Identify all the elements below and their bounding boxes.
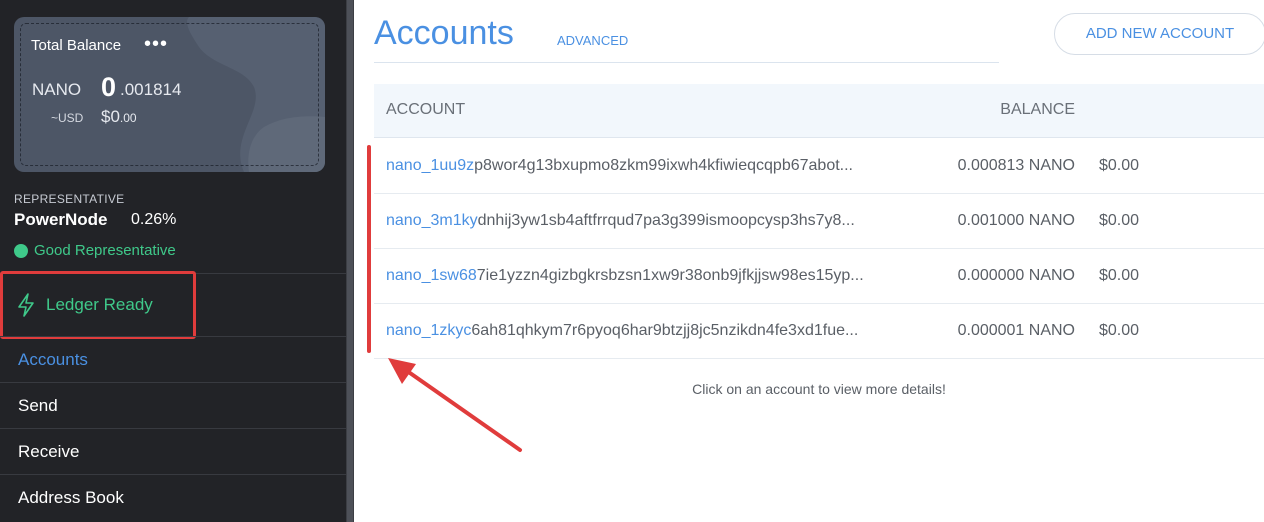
account-prefix: nano_1uu9z bbox=[386, 157, 475, 174]
account-rest: dnhij3yw1sb4aftfrrqud7pa3g399ismoopcysp3… bbox=[477, 212, 855, 229]
account-address[interactable]: nano_1uu9zp8wor4g13bxupmo8zkm99ixwh4kfiw… bbox=[386, 157, 853, 175]
account-address[interactable]: nano_1sw687ie1yzzn4gizbgkrsbzsn1xw9r38on… bbox=[386, 267, 864, 285]
annotation-bar bbox=[367, 145, 371, 353]
fiat-label: ~USD bbox=[51, 111, 84, 125]
more-dots-icon[interactable]: ••• bbox=[144, 34, 168, 54]
account-rest: p8wor4g13bxupmo8zkm99ixwh4kfiwieqcqpb67a… bbox=[474, 157, 853, 174]
account-prefix: nano_3m1ky bbox=[386, 212, 478, 229]
sidebar: Total Balance ••• NANO 0 .001814 ~USD $0… bbox=[0, 0, 346, 522]
sidebar-scrollbar[interactable] bbox=[346, 0, 354, 522]
representative-label: REPRESENTATIVE bbox=[14, 192, 125, 206]
sidebar-item-receive[interactable]: Receive bbox=[0, 429, 346, 475]
account-fiat: $0.00 bbox=[1099, 212, 1140, 229]
balance-title: Total Balance bbox=[31, 37, 122, 54]
account-address[interactable]: nano_1zkyc6ah81qhkym7r6pyoq6har9btzjj8jc… bbox=[386, 322, 858, 340]
annotation-arrow-icon bbox=[388, 358, 522, 452]
ledger-highlight-box bbox=[0, 271, 196, 339]
table-row[interactable]: nano_1uu9zp8wor4g13bxupmo8zkm99ixwh4kfiw… bbox=[374, 139, 1264, 194]
table-row[interactable]: nano_3m1kydnhij3yw1sb4aftfrrqud7pa3g399i… bbox=[374, 194, 1264, 249]
account-prefix: nano_1sw68 bbox=[386, 267, 477, 284]
account-prefix: nano_1zkyc bbox=[386, 322, 472, 339]
advanced-link[interactable]: ADVANCED bbox=[557, 33, 628, 48]
title-underline bbox=[374, 62, 999, 63]
sidebar-item-send[interactable]: Send bbox=[0, 383, 346, 429]
column-header-account: ACCOUNT bbox=[386, 101, 466, 118]
account-balance: 0.000001 NANO bbox=[957, 322, 1075, 339]
account-fiat: $0.00 bbox=[1099, 157, 1140, 174]
account-rest: 7ie1yzzn4gizbgkrsbzsn1xw9r38onb9jfkjjsw9… bbox=[476, 267, 864, 284]
representative-status: Good Representative bbox=[14, 242, 176, 259]
scrollbar-thumb[interactable] bbox=[347, 0, 353, 522]
sidebar-item-accounts[interactable]: Accounts bbox=[0, 337, 346, 383]
balance-unit: NANO bbox=[32, 80, 82, 99]
account-fiat: $0.00 bbox=[1099, 267, 1140, 284]
fiat-cents: .00 bbox=[119, 111, 137, 125]
sidebar-item-address-book[interactable]: Address Book bbox=[0, 475, 346, 521]
balance-integer: 0 bbox=[101, 72, 117, 102]
add-new-account-button[interactable]: ADD NEW ACCOUNT bbox=[1054, 13, 1264, 55]
account-rest: 6ah81qhkym7r6pyoq6har9btzjj8jc5nzikdn4fe… bbox=[471, 322, 859, 339]
balance-decimal: .001814 bbox=[120, 80, 182, 99]
status-dot-icon bbox=[14, 243, 28, 258]
fiat-value: $0.00 bbox=[101, 107, 137, 127]
table-row[interactable]: nano_1sw687ie1yzzn4gizbgkrsbzsn1xw9r38on… bbox=[374, 249, 1264, 304]
account-balance: 0.001000 NANO bbox=[957, 212, 1075, 229]
fiat-main: $0 bbox=[101, 107, 120, 126]
representative-name[interactable]: PowerNode bbox=[14, 210, 108, 230]
page-title: Accounts bbox=[374, 14, 514, 52]
table-header: ACCOUNT BALANCE bbox=[374, 84, 1264, 138]
account-balance: 0.000813 NANO bbox=[957, 157, 1075, 174]
account-address[interactable]: nano_3m1kydnhij3yw1sb4aftfrrqud7pa3g399i… bbox=[386, 212, 855, 230]
balance-card: Total Balance ••• NANO 0 .001814 ~USD $0… bbox=[14, 17, 325, 172]
account-balance: 0.000000 NANO bbox=[957, 267, 1075, 284]
column-header-balance: BALANCE bbox=[1000, 101, 1075, 118]
account-fiat: $0.00 bbox=[1099, 322, 1140, 339]
representative-weight: 0.26% bbox=[131, 211, 177, 228]
representative-status-text: Good Representative bbox=[34, 242, 176, 259]
